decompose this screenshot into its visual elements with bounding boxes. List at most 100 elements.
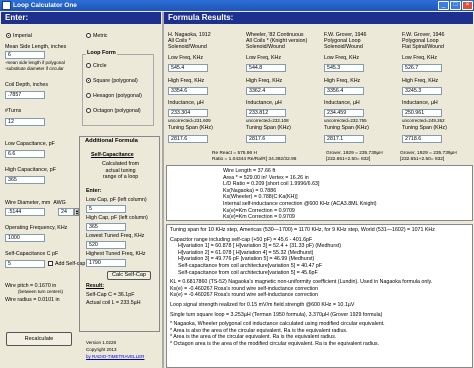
result-col-sub2: Solenoid/Wound bbox=[246, 44, 285, 50]
inductance-label: Inductance, µH bbox=[246, 100, 282, 106]
high-freq-label: High Freq, KHz bbox=[246, 78, 283, 84]
add-high-cap-label: High Cap, pF (left column) bbox=[86, 215, 148, 221]
inductance-output[interactable]: 233.812 bbox=[246, 109, 286, 117]
uncorrected-label: uncorrected=231.609 bbox=[168, 118, 211, 123]
low-cap-label: Low Capacitance, pF bbox=[5, 141, 55, 147]
ratio-label: Ratio = 1.04344 Re/Ra/R] 34.392/32.96 bbox=[212, 157, 297, 162]
low-freq-label: Low Freq, KHz bbox=[168, 55, 204, 61]
inductance-output[interactable]: 233.304 bbox=[168, 109, 208, 117]
inductance-output[interactable]: 250.961 bbox=[402, 109, 442, 117]
tuning-span-output[interactable]: 2718.6 bbox=[402, 135, 442, 143]
tuning-span-label: Tuning Span (KHz) bbox=[324, 125, 369, 131]
version-label: Version 1.0228 bbox=[86, 340, 117, 345]
uncorrected-label: uncorrected=249.262 bbox=[402, 118, 445, 123]
tuning-span-output[interactable]: 2817.6 bbox=[246, 135, 286, 143]
window-title: Loop Calculator One bbox=[13, 2, 77, 9]
wire-dia-label: Wire Diameter, mm AWG bbox=[5, 200, 66, 206]
recalculate-button[interactable]: Recalculate bbox=[6, 332, 72, 346]
high-cap-input[interactable]: 365 bbox=[5, 176, 45, 184]
high-freq-label: High Freq, KHz bbox=[402, 78, 439, 84]
low-freq-label: Low Freq, KHz bbox=[246, 55, 282, 61]
wire-pitch-sub: (between turn centers) bbox=[18, 289, 64, 294]
imperial-radio[interactable]: Imperial bbox=[6, 33, 32, 39]
awg-input[interactable]: 24 bbox=[58, 208, 74, 216]
wire-radius-label: Wire radius = 0.0101 in bbox=[5, 297, 60, 303]
tuning-span-label: Tuning Span (KHz) bbox=[168, 125, 213, 131]
uncorrected-label: uncorrected=232.108 bbox=[246, 118, 289, 123]
wire-dia-input[interactable]: .5144 bbox=[5, 208, 45, 216]
grover1b-label: [232.651+2.50= 832] bbox=[326, 157, 371, 162]
author-link[interactable]: by RADIO-TIMETRAVELLER bbox=[86, 354, 144, 359]
wire-info-box: Wire Length = 37.66 ft Area * = 529.00 i… bbox=[166, 165, 473, 221]
self-cap-input[interactable]: 5 bbox=[5, 260, 45, 268]
turns-label: #Turns bbox=[5, 108, 22, 114]
tuning-span-label: Tuning Span (KHz) bbox=[246, 125, 291, 131]
high-freq-output[interactable]: 3362.4 bbox=[246, 87, 286, 95]
coil-depth-input[interactable]: .7857 bbox=[5, 91, 45, 99]
high-freq-label: High Freq, KHz bbox=[324, 78, 361, 84]
high-freq-label: High Freq, KHz bbox=[168, 78, 205, 84]
lowest-freq-label: Lowest Tuned Freq, KHz bbox=[86, 233, 145, 239]
low-freq-output[interactable]: 544.8 bbox=[246, 64, 286, 72]
inductance-label: Inductance, µH bbox=[324, 100, 360, 106]
highest-freq-input[interactable]: 1790 bbox=[86, 259, 126, 267]
result-self-cap: Self-Cap C = 36.1pF bbox=[86, 292, 135, 298]
minimize-button[interactable]: _ bbox=[438, 1, 449, 10]
low-freq-output[interactable]: 545.4 bbox=[168, 64, 208, 72]
high-cap-label: High Capacitance, pF bbox=[5, 167, 56, 173]
circle-radio[interactable]: Circle bbox=[86, 63, 107, 69]
close-button[interactable]: × bbox=[462, 1, 473, 10]
op-freq-label: Operating Frequency, KHz bbox=[5, 225, 68, 231]
high-freq-output[interactable]: 3354.6 bbox=[168, 87, 208, 95]
enter2-label: Enter: bbox=[86, 188, 102, 194]
mean-side-note1: -mean side length if polygonal bbox=[5, 60, 65, 65]
grover2-label: Grover, 1929 = 235.739µH bbox=[400, 151, 457, 156]
add-high-cap-input[interactable]: 365 bbox=[86, 223, 126, 231]
self-cap-label: Self-Capacitance C pF bbox=[5, 251, 59, 257]
octagon-radio[interactable]: Octagon (polygonal) bbox=[86, 108, 141, 114]
self-cap-desc: Calculated from actual tuning range of a… bbox=[102, 161, 140, 181]
hexagon-radio[interactable]: Hexagon (polygonal) bbox=[86, 93, 142, 99]
title-bar[interactable]: Loop Calculator One _ □ × bbox=[0, 0, 474, 11]
low-cap-input[interactable]: 6.6 bbox=[5, 150, 45, 158]
highest-freq-label: Highest Tuned Freq, KHz bbox=[86, 251, 146, 257]
enter-header: Enter: bbox=[1, 12, 161, 24]
coil-depth-label: Coil Depth, inches bbox=[5, 82, 48, 88]
low-freq-output[interactable]: 526.7 bbox=[402, 64, 442, 72]
inductance-output[interactable]: 234.459 bbox=[324, 109, 364, 117]
result-col-sub2: Solenoid/Wound bbox=[324, 44, 363, 50]
low-freq-label: Low Freq, KHz bbox=[324, 55, 360, 61]
low-freq-output[interactable]: 545.3 bbox=[324, 64, 364, 72]
metric-label: Metric bbox=[93, 33, 108, 39]
grover1-label: Grover, 1929 = 235.739µH bbox=[326, 151, 383, 156]
metric-radio[interactable]: Metric bbox=[86, 33, 107, 39]
inductance-label: Inductance, µH bbox=[402, 100, 438, 106]
calc-self-cap-button[interactable]: Calc Self-Cap bbox=[107, 271, 151, 280]
mean-side-note2: -substitute diameter if circular bbox=[5, 66, 64, 71]
results-header: Formula Results: bbox=[164, 12, 473, 24]
turns-input[interactable]: 12 bbox=[5, 118, 45, 126]
re-react-label: Re React = 575.96 H bbox=[212, 151, 257, 156]
op-freq-input[interactable]: 1000 bbox=[5, 234, 45, 242]
low-freq-label: Low Freq, KHz bbox=[402, 55, 438, 61]
tuning-span-label: Tuning Span (KHz) bbox=[402, 125, 447, 131]
tuning-span-output[interactable]: 2817.1 bbox=[324, 135, 364, 143]
mean-side-input[interactable]: 6 bbox=[5, 51, 45, 59]
tuning-span-output[interactable]: 2817.6 bbox=[168, 135, 208, 143]
inductance-label: Inductance, µH bbox=[168, 100, 204, 106]
high-freq-output[interactable]: 3356.4 bbox=[324, 87, 364, 95]
high-freq-output[interactable]: 3245.3 bbox=[402, 87, 442, 95]
additional-title: Additional Formula bbox=[85, 138, 138, 144]
square-radio[interactable]: Square (polygonal) bbox=[86, 78, 138, 84]
result-actual-coil: Actual coil L = 233.5µH bbox=[86, 300, 141, 306]
add-low-cap-label: Low Cap, pF (left column) bbox=[86, 197, 147, 203]
result-col-sub2: Solenoid/Wound bbox=[168, 44, 207, 50]
lowest-freq-input[interactable]: 520 bbox=[86, 241, 126, 249]
add-low-cap-input[interactable]: 5 bbox=[86, 205, 126, 213]
maximize-button[interactable]: □ bbox=[450, 1, 461, 10]
result-title: Result: bbox=[86, 283, 104, 289]
copyright-label: Copyright 2013 bbox=[86, 347, 117, 352]
grover2b-label: [232.651+2.50= 832] bbox=[400, 157, 445, 162]
divider bbox=[162, 12, 164, 368]
loop-form-title: Loop Form bbox=[86, 50, 117, 56]
